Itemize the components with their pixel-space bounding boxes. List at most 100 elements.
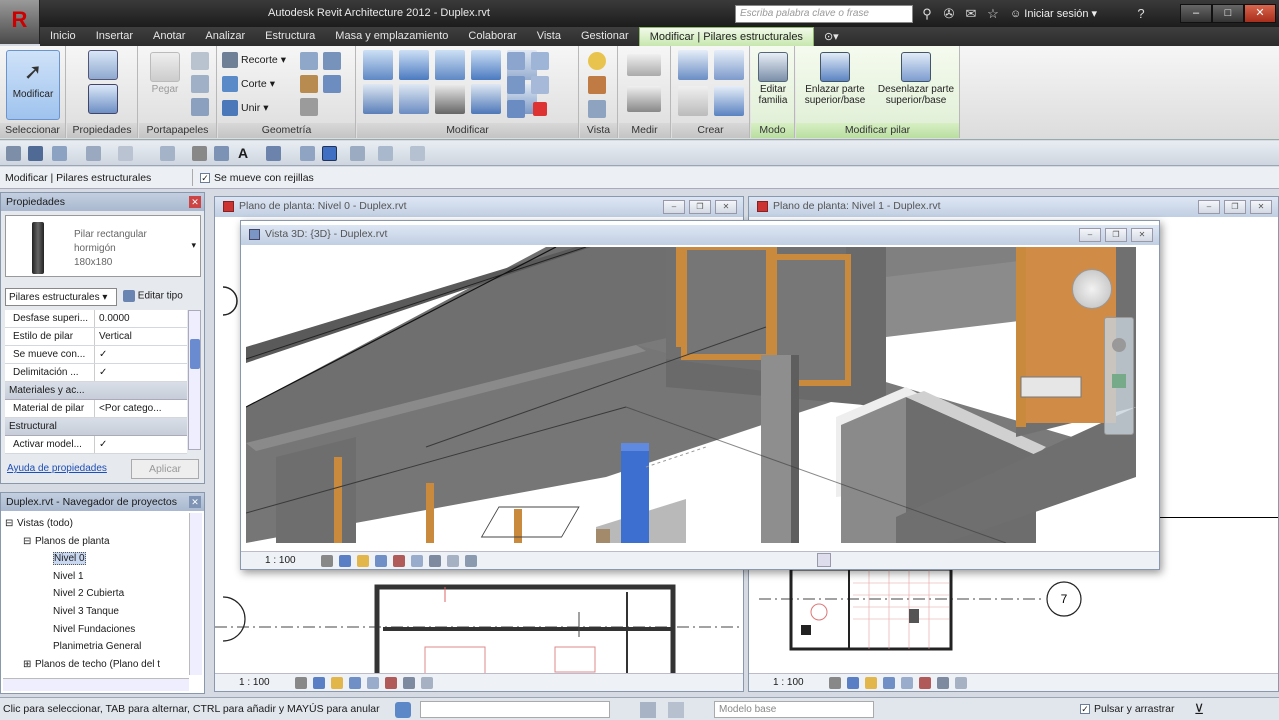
design-options-icon[interactable] <box>668 702 684 718</box>
tab-modificar-pilares[interactable]: Modificar | Pilares estructurales <box>638 27 814 46</box>
sun-path-icon[interactable] <box>865 677 877 689</box>
close-icon[interactable]: ✕ <box>189 196 201 208</box>
tab-inicio[interactable]: Inicio <box>40 27 86 46</box>
steering-wheel-icon[interactable] <box>1112 338 1126 352</box>
property-value[interactable]: ✓ <box>95 364 187 381</box>
design-options-field[interactable] <box>420 701 610 718</box>
create-parts-icon[interactable] <box>714 50 744 80</box>
aligned-dimension-icon[interactable] <box>627 86 661 112</box>
mirror-axis-icon[interactable] <box>435 50 465 80</box>
create-assembly-icon[interactable] <box>678 50 708 80</box>
reveal-hidden-icon[interactable] <box>955 677 967 689</box>
revit-app-menu-button[interactable]: R <box>0 0 40 44</box>
tab-anotar[interactable]: Anotar <box>143 27 195 46</box>
type-properties-button[interactable] <box>85 50 121 82</box>
model-base-field[interactable]: Modelo base <box>714 701 874 718</box>
modify-button[interactable]: ➚ Modificar <box>6 50 60 120</box>
cope-button[interactable]: Corte ▾ <box>222 76 275 92</box>
minimize-button[interactable]: – <box>1180 4 1212 23</box>
browser-tree-item[interactable]: Nivel 0 <box>5 550 160 568</box>
text-tool-icon[interactable]: A <box>238 146 253 161</box>
synchronize-icon[interactable] <box>52 146 67 161</box>
pin-icon[interactable] <box>507 52 525 70</box>
zoom-icon[interactable] <box>1112 374 1126 388</box>
create-similar-icon[interactable] <box>714 86 744 116</box>
shadows-icon[interactable] <box>883 677 895 689</box>
crop-view-icon[interactable] <box>901 677 913 689</box>
align-icon[interactable] <box>363 50 393 80</box>
aligned-dim-icon[interactable] <box>214 146 229 161</box>
print-icon[interactable] <box>160 146 175 161</box>
binoculars-icon[interactable]: ⚲ <box>918 5 936 23</box>
editable-elements-icon[interactable] <box>640 702 656 718</box>
shadows-icon[interactable] <box>349 677 361 689</box>
tab-estructura[interactable]: Estructura <box>255 27 325 46</box>
crop-view-icon[interactable] <box>367 677 379 689</box>
favorites-star-icon[interactable]: ☆ <box>984 5 1002 23</box>
render-icon[interactable] <box>393 555 405 567</box>
tree-toggle-icon[interactable]: ⊞ <box>23 656 35 674</box>
detail-level-icon[interactable] <box>321 555 333 567</box>
offset-icon[interactable] <box>399 50 429 80</box>
edit-family-button[interactable]: Editar familia <box>753 52 793 106</box>
paint-icon[interactable] <box>300 75 318 93</box>
move-icon[interactable] <box>363 84 393 114</box>
browser-horizontal-scrollbar[interactable] <box>3 678 189 691</box>
copy-icon[interactable] <box>191 75 209 93</box>
demolish-icon[interactable] <box>323 75 341 93</box>
filter-funnel-icon[interactable]: ⊻ <box>1194 701 1204 718</box>
save-icon[interactable] <box>28 146 43 161</box>
customize-qat-icon[interactable] <box>410 146 425 161</box>
property-row[interactable]: Desfase superi... 0.0000 <box>5 310 187 328</box>
section-icon[interactable] <box>300 146 315 161</box>
properties-help-link[interactable]: Ayuda de propiedades <box>7 463 107 474</box>
measure-icon[interactable] <box>192 146 207 161</box>
worksharing-icon[interactable] <box>395 702 411 718</box>
reveal-hidden-icon[interactable] <box>465 555 477 567</box>
minimize-button[interactable]: – <box>663 200 685 214</box>
properties-button[interactable] <box>85 84 121 116</box>
visual-style-icon[interactable] <box>313 677 325 689</box>
property-row[interactable]: Se mueve con... ✓ <box>5 346 187 364</box>
split-face-icon[interactable] <box>323 52 341 70</box>
cut-scissors-icon[interactable] <box>191 52 209 70</box>
hide-element-icon[interactable] <box>588 100 606 118</box>
property-row[interactable]: Delimitación ... ✓ <box>5 364 187 382</box>
browser-tree-item[interactable]: ⊞ Planos de techo (Plano del t <box>5 656 160 674</box>
moves-with-grids-checkbox[interactable]: ✓ <box>200 173 210 183</box>
temp-hide-icon[interactable] <box>447 555 459 567</box>
rotate-icon[interactable] <box>435 84 465 114</box>
property-group-header[interactable]: Estructural <box>5 418 187 436</box>
tab-vista[interactable]: Vista <box>527 27 571 46</box>
redo-icon[interactable] <box>118 146 133 161</box>
detail-level-icon[interactable] <box>829 677 841 689</box>
subscription-icon[interactable]: ✇ <box>940 5 958 23</box>
tab-insertar[interactable]: Insertar <box>86 27 143 46</box>
split-gap-icon[interactable] <box>531 76 549 94</box>
property-value[interactable]: 0.0000 <box>95 310 187 327</box>
view-scale[interactable]: 1 : 100 <box>265 555 296 566</box>
measure-tape-icon[interactable] <box>627 54 661 76</box>
delete-x-icon[interactable] <box>533 102 547 116</box>
property-value[interactable]: ✓ <box>95 346 187 363</box>
attach-top-base-button[interactable]: Enlazar parte superior/base <box>798 52 872 106</box>
browser-tree-item[interactable]: Nivel 1 <box>5 568 160 586</box>
show-crop-icon[interactable] <box>429 555 441 567</box>
show-crop-icon[interactable] <box>385 677 397 689</box>
press-drag-toggle[interactable]: ✓ Pulsar y arrastrar <box>1080 703 1175 715</box>
tab-masa-emplazamiento[interactable]: Masa y emplazamiento <box>325 27 458 46</box>
help-icon[interactable]: ? <box>1132 5 1150 23</box>
tree-toggle-icon[interactable]: ⊟ <box>5 515 17 533</box>
browser-tree-item[interactable]: Planimetria General <box>5 638 160 656</box>
view-scale[interactable]: 1 : 100 <box>239 677 270 688</box>
tree-toggle-icon[interactable]: ⊟ <box>23 533 35 551</box>
temp-hide-icon[interactable] <box>937 677 949 689</box>
property-row[interactable]: Material de pilar <Por catego... <box>5 400 187 418</box>
thin-lines-icon[interactable] <box>322 146 337 161</box>
press-drag-checkbox[interactable]: ✓ <box>1080 704 1090 714</box>
tab-gestionar[interactable]: Gestionar <box>571 27 639 46</box>
tab-analizar[interactable]: Analizar <box>195 27 255 46</box>
sign-in-button[interactable]: ☺ Iniciar sesión ▾ <box>1010 5 1097 23</box>
show-crop-icon[interactable] <box>919 677 931 689</box>
3d-canvas[interactable] <box>246 247 1136 543</box>
